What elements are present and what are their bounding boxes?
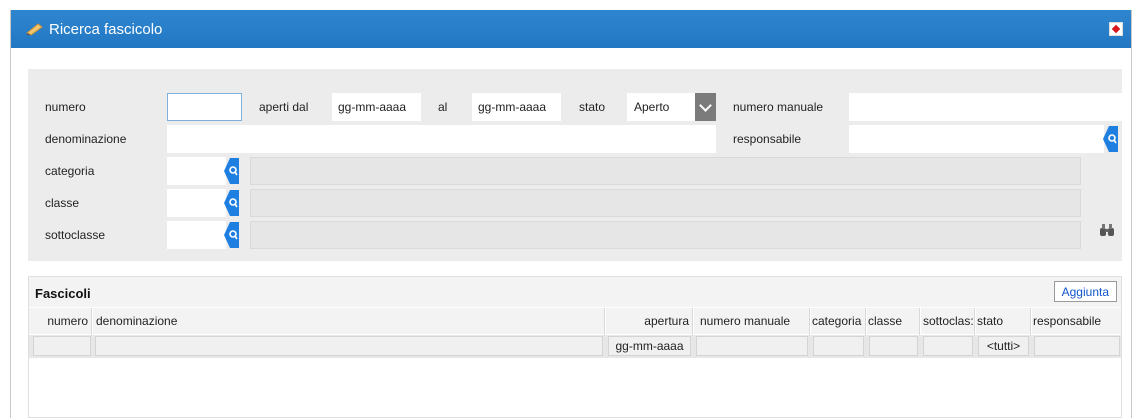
filter-numero[interactable] xyxy=(33,336,91,356)
column-header-categoria[interactable]: categoria xyxy=(811,308,865,334)
column-header-responsabile[interactable]: responsabile xyxy=(1032,308,1121,334)
column-header-numero-manuale[interactable]: numero manuale xyxy=(694,308,809,334)
numero-label: numero xyxy=(45,100,86,114)
search-icon[interactable] xyxy=(224,222,239,248)
al-input[interactable]: gg-mm-aaaa xyxy=(472,93,561,121)
window: Ricerca fascicolo numero aperti dal gg-m… xyxy=(10,10,1132,418)
column-header-stato[interactable]: stato xyxy=(976,308,1030,334)
filter-apertura[interactable]: gg-mm-aaaa xyxy=(608,336,691,356)
search-icon[interactable] xyxy=(224,190,239,216)
categoria-input[interactable] xyxy=(167,157,226,185)
search-icon[interactable] xyxy=(1103,126,1118,152)
aperti-dal-label: aperti dal xyxy=(259,100,309,114)
binoculars-icon[interactable] xyxy=(1099,223,1115,237)
stato-select[interactable]: Aperto xyxy=(627,93,716,121)
sottoclasse-description xyxy=(250,221,1081,249)
stato-label: stato xyxy=(579,100,606,114)
column-header-denominazione[interactable]: denominazione xyxy=(93,308,604,334)
fascicoli-grid: Fascicoli Aggiunta numero denominazione … xyxy=(28,276,1122,418)
grid-title: Fascicoli xyxy=(35,286,91,301)
classe-input[interactable] xyxy=(167,189,226,217)
numero-manuale-input[interactable] xyxy=(849,93,1122,121)
chevron-down-icon[interactable] xyxy=(695,93,716,121)
filter-numero-manuale[interactable] xyxy=(696,336,808,356)
filter-categoria[interactable] xyxy=(813,336,864,356)
denominazione-input[interactable] xyxy=(167,125,716,153)
categoria-label: categoria xyxy=(45,164,95,178)
filter-classe[interactable] xyxy=(869,336,918,356)
grid-title-bar: Fascicoli Aggiunta xyxy=(29,277,1121,307)
window-title: Ricerca fascicolo xyxy=(49,21,163,38)
filter-stato[interactable]: <tutti> xyxy=(978,336,1029,356)
sottoclasse-input[interactable] xyxy=(167,221,226,249)
al-label: al xyxy=(438,100,448,114)
column-header-numero[interactable]: numero xyxy=(29,308,91,334)
filter-row: gg-mm-aaaa <tutti> xyxy=(29,335,1121,358)
filter-sottoclasse[interactable] xyxy=(923,336,973,356)
numero-input[interactable] xyxy=(167,93,242,121)
close-icon[interactable] xyxy=(1109,22,1123,36)
search-icon[interactable] xyxy=(224,158,239,184)
responsabile-input[interactable] xyxy=(849,125,1104,153)
denominazione-label: denominazione xyxy=(45,132,127,146)
classe-label: classe xyxy=(45,196,80,210)
title-bar: Ricerca fascicolo xyxy=(11,10,1131,48)
pencil-icon xyxy=(26,22,44,36)
numero-manuale-label: numero manuale xyxy=(733,100,824,114)
classe-description xyxy=(250,189,1081,217)
column-header-apertura[interactable]: apertura xyxy=(606,308,692,334)
sottoclasse-label: sottoclasse xyxy=(45,228,106,242)
filter-responsabile[interactable] xyxy=(1034,336,1120,356)
stato-value: Aperto xyxy=(634,100,670,114)
filter-panel: numero aperti dal gg-mm-aaaa al gg-mm-aa… xyxy=(28,69,1122,261)
categoria-description xyxy=(250,157,1081,185)
filter-denominazione[interactable] xyxy=(95,336,603,356)
column-header-sottoclasse[interactable]: sottoclas: xyxy=(921,308,974,334)
column-header-classe[interactable]: classe xyxy=(867,308,919,334)
add-button[interactable]: Aggiunta xyxy=(1053,281,1117,302)
responsabile-label: responsabile xyxy=(733,132,802,146)
aperti-dal-input[interactable]: gg-mm-aaaa xyxy=(332,93,421,121)
